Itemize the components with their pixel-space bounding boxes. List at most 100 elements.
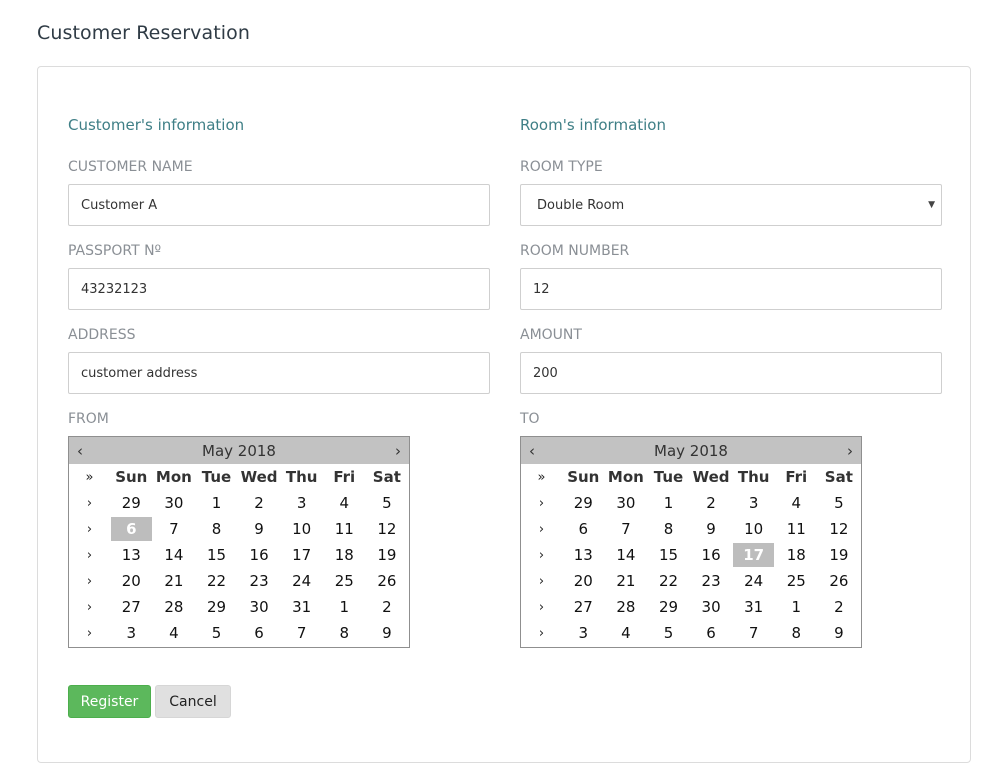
calendar-day-selected[interactable]: 6: [111, 517, 152, 541]
calendar-day[interactable]: 6: [690, 620, 733, 646]
calendar-day[interactable]: 29: [562, 490, 605, 516]
calendar-day[interactable]: 9: [366, 620, 409, 646]
calendar-day-selected[interactable]: 17: [733, 543, 774, 567]
calendar-day[interactable]: 20: [562, 568, 605, 594]
calendar-day[interactable]: 9: [818, 620, 861, 646]
calendar-day[interactable]: 21: [605, 568, 648, 594]
calendar-day[interactable]: 28: [605, 594, 648, 620]
calendar-day[interactable]: 4: [323, 490, 366, 516]
calendar-day[interactable]: 4: [153, 620, 196, 646]
calendar-day[interactable]: 9: [690, 516, 733, 542]
calendar-select-all-weeks[interactable]: »: [521, 464, 562, 490]
calendar-day[interactable]: 30: [238, 594, 281, 620]
calendar-day[interactable]: 7: [280, 620, 323, 646]
customer-name-input[interactable]: [68, 184, 490, 226]
calendar-prev-button[interactable]: ‹: [75, 442, 85, 460]
calendar-day[interactable]: 8: [647, 516, 690, 542]
calendar-week-selector[interactable]: ›: [69, 594, 110, 620]
room-number-input[interactable]: [520, 268, 942, 310]
calendar-day[interactable]: 8: [195, 516, 238, 542]
calendar-day[interactable]: 24: [732, 568, 775, 594]
calendar-day[interactable]: 31: [280, 594, 323, 620]
calendar-day[interactable]: 6: [562, 516, 605, 542]
calendar-day[interactable]: 21: [153, 568, 196, 594]
calendar-day[interactable]: 11: [775, 516, 818, 542]
calendar-day[interactable]: 5: [818, 490, 861, 516]
calendar-day[interactable]: 24: [280, 568, 323, 594]
calendar-day[interactable]: 19: [366, 542, 409, 568]
calendar-day[interactable]: 16: [238, 542, 281, 568]
calendar-day[interactable]: 27: [110, 594, 153, 620]
calendar-day[interactable]: 29: [647, 594, 690, 620]
calendar-day[interactable]: 2: [818, 594, 861, 620]
calendar-day[interactable]: 1: [647, 490, 690, 516]
calendar-month-label[interactable]: May 2018: [654, 442, 728, 460]
calendar-next-button[interactable]: ›: [845, 442, 855, 460]
calendar-day[interactable]: 8: [775, 620, 818, 646]
calendar-day[interactable]: 7: [605, 516, 648, 542]
calendar-day[interactable]: 1: [195, 490, 238, 516]
calendar-day[interactable]: 18: [775, 542, 818, 568]
calendar-day[interactable]: 7: [153, 516, 196, 542]
calendar-day[interactable]: 5: [647, 620, 690, 646]
calendar-day[interactable]: 30: [690, 594, 733, 620]
calendar-day[interactable]: 5: [195, 620, 238, 646]
calendar-week-selector[interactable]: ›: [521, 516, 562, 542]
calendar-day[interactable]: 19: [818, 542, 861, 568]
calendar-day[interactable]: 23: [238, 568, 281, 594]
calendar-week-selector[interactable]: ›: [521, 568, 562, 594]
calendar-day[interactable]: 3: [562, 620, 605, 646]
calendar-day[interactable]: 25: [775, 568, 818, 594]
calendar-day[interactable]: 28: [153, 594, 196, 620]
calendar-day[interactable]: 12: [818, 516, 861, 542]
calendar-day[interactable]: 13: [562, 542, 605, 568]
calendar-day[interactable]: 11: [323, 516, 366, 542]
calendar-day[interactable]: 12: [366, 516, 409, 542]
calendar-week-selector[interactable]: ›: [69, 490, 110, 516]
calendar-week-selector[interactable]: ›: [69, 516, 110, 542]
calendar-day[interactable]: 14: [605, 542, 648, 568]
calendar-day[interactable]: 18: [323, 542, 366, 568]
calendar-day[interactable]: 27: [562, 594, 605, 620]
calendar-day[interactable]: 22: [195, 568, 238, 594]
calendar-day[interactable]: 26: [366, 568, 409, 594]
calendar-week-selector[interactable]: ›: [521, 542, 562, 568]
calendar-day[interactable]: 4: [775, 490, 818, 516]
calendar-day[interactable]: 10: [732, 516, 775, 542]
calendar-day[interactable]: 15: [195, 542, 238, 568]
calendar-day[interactable]: 1: [323, 594, 366, 620]
calendar-day[interactable]: 25: [323, 568, 366, 594]
calendar-day[interactable]: 10: [280, 516, 323, 542]
calendar-prev-button[interactable]: ‹: [527, 442, 537, 460]
calendar-week-selector[interactable]: ›: [521, 594, 562, 620]
calendar-day[interactable]: 7: [732, 620, 775, 646]
room-type-select[interactable]: Double Room ▼: [520, 184, 942, 226]
calendar-day[interactable]: 22: [647, 568, 690, 594]
calendar-day[interactable]: 29: [110, 490, 153, 516]
calendar-day[interactable]: 23: [690, 568, 733, 594]
address-input[interactable]: [68, 352, 490, 394]
calendar-day[interactable]: 15: [647, 542, 690, 568]
calendar-day[interactable]: 8: [323, 620, 366, 646]
calendar-day[interactable]: 14: [153, 542, 196, 568]
calendar-day[interactable]: 2: [366, 594, 409, 620]
calendar-day[interactable]: 13: [110, 542, 153, 568]
calendar-day[interactable]: 9: [238, 516, 281, 542]
calendar-week-selector[interactable]: ›: [521, 620, 562, 646]
calendar-week-selector[interactable]: ›: [69, 620, 110, 646]
calendar-select-all-weeks[interactable]: »: [69, 464, 110, 490]
calendar-day[interactable]: 3: [732, 490, 775, 516]
calendar-day[interactable]: 30: [605, 490, 648, 516]
calendar-week-selector[interactable]: ›: [69, 542, 110, 568]
calendar-day[interactable]: 26: [818, 568, 861, 594]
calendar-day[interactable]: 5: [366, 490, 409, 516]
calendar-month-label[interactable]: May 2018: [202, 442, 276, 460]
calendar-next-button[interactable]: ›: [393, 442, 403, 460]
calendar-day[interactable]: 3: [110, 620, 153, 646]
register-button[interactable]: Register: [68, 685, 151, 718]
passport-input[interactable]: [68, 268, 490, 310]
calendar-day[interactable]: 16: [690, 542, 733, 568]
calendar-day[interactable]: 2: [238, 490, 281, 516]
calendar-day[interactable]: 2: [690, 490, 733, 516]
calendar-week-selector[interactable]: ›: [521, 490, 562, 516]
